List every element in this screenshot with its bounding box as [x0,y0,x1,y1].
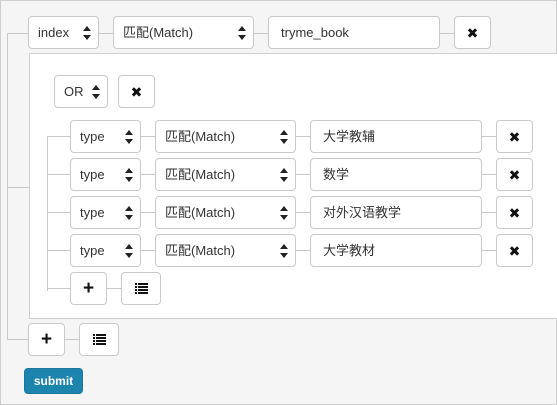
close-icon: ✖ [466,24,479,41]
condition-field-value: type [80,243,105,258]
select-arrows-icon [83,26,91,40]
select-arrows-icon [125,244,133,258]
connector-line [295,250,311,251]
connector-line [47,212,71,213]
condition-value-input[interactable]: 对外汉语教学 [310,196,482,229]
condition-value-text: 大学教辅 [323,129,376,144]
connector-line [481,250,497,251]
select-arrows-icon [92,85,100,99]
connector-line [295,174,311,175]
condition-operator-value: 匹配(Match) [165,129,236,144]
select-arrows-icon [280,244,288,258]
query-builder: index 匹配(Match) tryme_book ✖ OR ✖ type 匹… [0,0,557,405]
select-arrows-icon [125,206,133,220]
connector-line [7,339,29,340]
connector-line [98,33,114,34]
connector-line [7,33,8,339]
condition-field-select[interactable]: type [70,120,141,153]
connector-line [481,212,497,213]
connector-line [253,33,269,34]
connector-line [439,33,455,34]
condition-operator-select[interactable]: 匹配(Match) [155,120,296,153]
root-add-condition-button[interactable]: + [28,323,65,356]
select-arrows-icon [125,130,133,144]
connector-line [106,288,122,289]
list-icon [92,334,106,345]
group-panel: OR ✖ type 匹配(Match) 大学教辅 ✖ type 匹配(Match… [29,53,557,319]
root-remove-button[interactable]: ✖ [454,16,491,49]
connector-line [140,136,156,137]
condition-operator-value: 匹配(Match) [165,167,236,182]
condition-field-select[interactable]: type [70,234,141,267]
root-add-group-button[interactable] [79,323,119,356]
connector-line [140,174,156,175]
connector-line [295,136,311,137]
connector-line [7,187,29,188]
condition-remove-button[interactable]: ✖ [496,196,533,229]
condition-remove-button[interactable]: ✖ [496,234,533,267]
select-arrows-icon [280,168,288,182]
condition-remove-button[interactable]: ✖ [496,120,533,153]
close-icon: ✖ [508,128,521,145]
root-field-value: index [38,25,70,40]
add-condition-button[interactable]: + [70,272,107,305]
select-arrows-icon [280,206,288,220]
close-icon: ✖ [508,242,521,259]
connector-line [140,250,156,251]
condition-field-value: type [80,129,105,144]
connector-line [47,174,71,175]
connector-line [47,250,71,251]
group-remove-button[interactable]: ✖ [118,75,155,108]
close-icon: ✖ [508,204,521,221]
select-arrows-icon [280,130,288,144]
add-group-button[interactable] [121,272,161,305]
condition-field-value: type [80,205,105,220]
close-icon: ✖ [130,83,143,100]
plus-icon: + [40,329,53,350]
list-icon [134,283,148,294]
select-arrows-icon [238,26,246,40]
logic-select[interactable]: OR [54,75,108,108]
submit-button[interactable]: submit [24,368,83,394]
connector-line [7,33,29,34]
condition-operator-value: 匹配(Match) [165,243,236,258]
condition-operator-select[interactable]: 匹配(Match) [155,158,296,191]
logic-value: OR [64,84,84,99]
connector-line [47,136,71,137]
condition-value-text: 对外汉语教学 [323,205,402,220]
connector-line [140,212,156,213]
condition-value-text: 数学 [323,167,350,182]
root-operator-value: 匹配(Match) [123,25,194,40]
connector-line [47,288,71,289]
connector-line [481,174,497,175]
root-operator-select[interactable]: 匹配(Match) [113,16,254,49]
condition-field-select[interactable]: type [70,158,141,191]
condition-value-input[interactable]: 大学教辅 [310,120,482,153]
condition-value-text: 大学教材 [323,243,376,258]
condition-operator-select[interactable]: 匹配(Match) [155,196,296,229]
condition-value-input[interactable]: 大学教材 [310,234,482,267]
connector-line [47,136,48,291]
root-value-input[interactable]: tryme_book [268,16,440,49]
connector-line [481,136,497,137]
plus-icon: + [82,278,95,299]
root-value-text: tryme_book [281,25,349,40]
condition-field-select[interactable]: type [70,196,141,229]
close-icon: ✖ [508,166,521,183]
connector-line [295,212,311,213]
condition-field-value: type [80,167,105,182]
condition-value-input[interactable]: 数学 [310,158,482,191]
root-field-select[interactable]: index [28,16,99,49]
condition-operator-value: 匹配(Match) [165,205,236,220]
condition-operator-select[interactable]: 匹配(Match) [155,234,296,267]
select-arrows-icon [125,168,133,182]
condition-remove-button[interactable]: ✖ [496,158,533,191]
